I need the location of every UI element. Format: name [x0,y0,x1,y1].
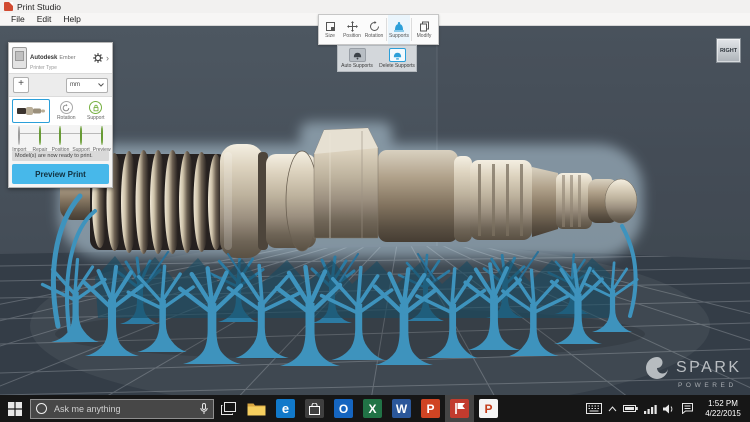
step-position[interactable]: Position [50,127,71,153]
volume-icon[interactable] [663,404,675,414]
printer-model: Ember [59,55,75,61]
edge-browser-icon[interactable]: e [271,395,300,422]
network-signal-icon[interactable] [644,404,657,414]
shopping-bag-icon [309,403,320,415]
menu-edit[interactable]: Edit [31,14,58,24]
units-value: mm [70,82,80,88]
printer-type-label: Printer Type [30,65,90,71]
start-button[interactable] [0,395,30,422]
delete-supports-icon [392,50,403,60]
auto-supports-button[interactable]: Auto Supports [340,48,374,69]
position-button[interactable]: Position [341,15,363,44]
file-explorer-icon[interactable] [242,395,271,422]
step-preview[interactable]: Preview [91,127,112,153]
toolbar-separator [411,18,412,41]
gear-icon[interactable] [93,53,103,63]
cortana-icon [36,403,47,414]
search-input[interactable] [52,403,195,415]
step-import-dot [18,126,20,145]
model-list-toolbar: + mm [9,73,112,97]
step-preview-dot [101,126,103,145]
print-studio-app-icon [4,2,13,11]
step-import[interactable]: Import [9,127,30,153]
excel-icon[interactable]: X [358,395,387,422]
word-icon[interactable]: W [387,395,416,422]
panel-expand-chevron-icon[interactable]: › [106,54,109,63]
windows-logo-icon [8,402,22,416]
microphone-icon[interactable] [200,403,208,415]
taskbar-pinned-apps: e O X W P [242,395,503,422]
powerpoint-icon[interactable]: P [416,395,445,422]
spark-plug-thumbnail-image [16,104,46,118]
spark-title: SPARK [676,359,742,377]
supports-button[interactable]: Supports [388,15,410,44]
modify-icon [419,21,430,32]
rotation-action-button[interactable]: Rotation [53,101,80,121]
step-position-dot [59,126,61,145]
taskbar-clock[interactable]: 1:52 PM 4/22/2015 [700,399,746,419]
support-action-button[interactable]: Support [83,101,110,121]
printer-icon [12,47,27,69]
printer-selector[interactable]: AutodeskEmber Printer Type › [9,43,112,73]
position-icon [347,21,358,32]
rotation-icon [369,21,380,32]
preview-print-button[interactable]: Preview Print [12,164,109,184]
workflow-steps: Import Repair Position Support Preview [9,125,112,149]
clock-time: 1:52 PM [700,399,746,409]
task-view-icon [221,402,236,415]
window-title: Print Studio [17,2,61,12]
model-thumbnail[interactable] [12,99,50,123]
supports-sub-toolbar: Auto Supports Delete Supports [337,45,417,72]
outlook-icon[interactable]: O [329,395,358,422]
spark-watermark: SPARK POWERED [644,355,748,389]
task-view-button[interactable] [214,395,242,422]
model-row: Rotation Support [9,97,112,125]
action-center-icon[interactable] [681,403,694,414]
title-bar: Print Studio [0,0,750,13]
system-tray: 1:52 PM 4/22/2015 [586,399,750,419]
toolbar-separator [386,18,387,41]
menu-file[interactable]: File [5,14,31,24]
rotation-action-icon [62,104,70,112]
size-icon [325,21,336,32]
supports-icon [393,21,405,32]
print-settings-panel: AutodeskEmber Printer Type › + mm [8,42,113,188]
size-button[interactable]: Size [319,15,341,44]
flag-icon [454,402,466,415]
chevron-down-icon [98,83,104,87]
windows-taskbar: e O X W P [0,395,750,422]
spark-swirl-icon [644,355,670,381]
step-repair-dot [39,126,41,145]
folder-icon [247,401,266,416]
windows-store-icon[interactable] [300,395,329,422]
step-repair[interactable]: Repair [30,127,51,153]
printer-brand: Autodesk [30,55,57,61]
cortana-search-box[interactable] [30,399,214,419]
support-lock-icon [92,104,100,112]
auto-supports-icon [352,50,363,60]
delete-supports-button[interactable]: Delete Supports [380,48,414,69]
battery-icon[interactable] [623,404,638,413]
units-dropdown[interactable]: mm [66,78,108,93]
add-model-button[interactable]: + [13,77,29,93]
menu-help[interactable]: Help [57,14,86,24]
main-toolbar: Size Position Rotation Supports [318,14,439,45]
step-support[interactable]: Support [71,127,92,153]
view-cube[interactable]: RIGHT [716,38,741,63]
spark-subtitle: POWERED [678,382,748,389]
clock-date: 4/22/2015 [700,409,746,419]
print-studio-taskbar-icon[interactable] [445,395,474,422]
hidden-icons-chevron-icon[interactable] [608,406,617,412]
step-support-dot [80,126,82,145]
modify-button[interactable]: Modify [413,15,435,44]
rotation-button[interactable]: Rotation [363,15,385,44]
touch-keyboard-icon[interactable] [586,403,602,414]
powerpoint-file-icon[interactable]: P [474,395,503,422]
print-studio-window: Print Studio File Edit Help [0,0,750,422]
